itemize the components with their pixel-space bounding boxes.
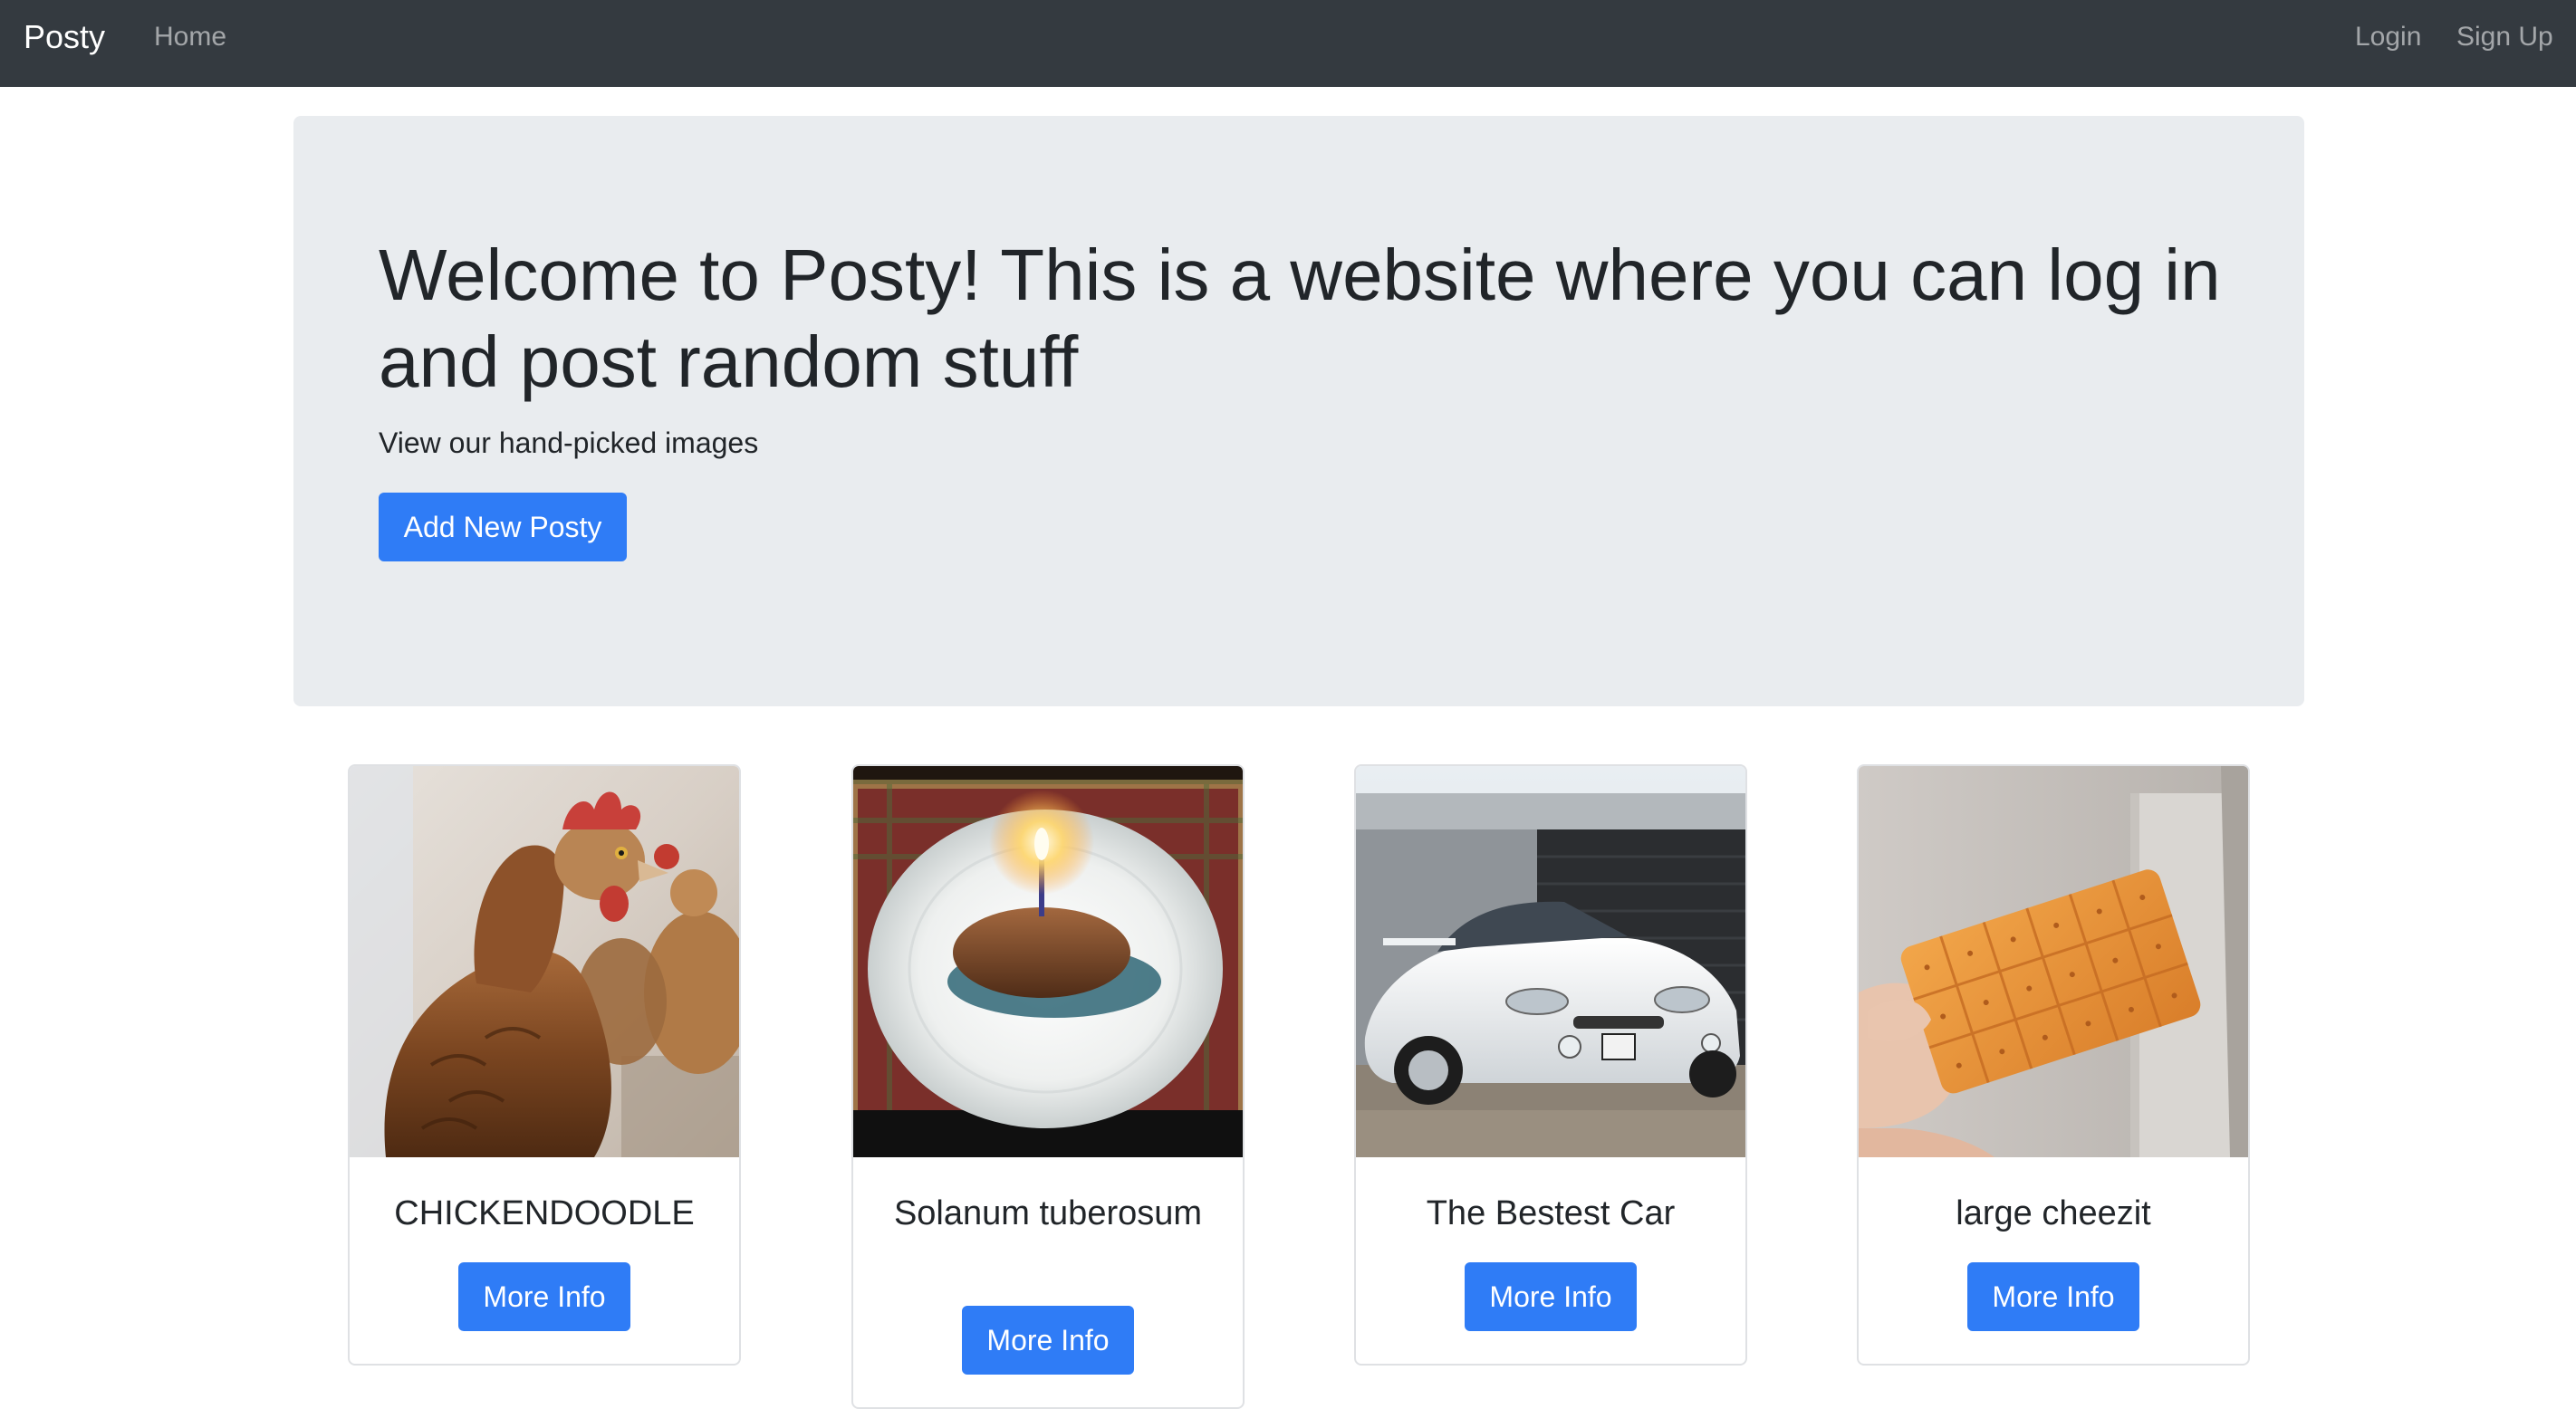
post-title: Solanum tuberosum: [893, 1194, 1203, 1232]
nav-signup-link[interactable]: Sign Up: [2456, 20, 2553, 54]
nav-login-link[interactable]: Login: [2355, 20, 2421, 54]
more-info-button[interactable]: More Info: [1465, 1262, 1637, 1331]
page-title: Welcome to Posty! This is a website wher…: [379, 235, 2221, 402]
potato-image[interactable]: [853, 766, 1243, 1157]
post-title: The Bestest Car: [1426, 1194, 1676, 1232]
post-card: The Bestest Car More Info: [1354, 764, 1747, 1366]
post-title: CHICKENDOODLE: [394, 1194, 695, 1232]
post-card: CHICKENDOODLE More Info: [348, 764, 741, 1366]
lead-text: View our hand-picked images: [379, 427, 759, 459]
more-info-button[interactable]: More Info: [458, 1262, 630, 1331]
add-new-posty-button[interactable]: Add New Posty: [379, 493, 627, 561]
post-card: Solanum tuberosum More Info: [851, 764, 1245, 1409]
more-info-button[interactable]: More Info: [962, 1306, 1134, 1375]
car-image[interactable]: [1356, 766, 1745, 1157]
navbar: Posty Home Login Sign Up: [0, 0, 2576, 87]
brand-link[interactable]: Posty: [24, 18, 105, 56]
nav-home-link[interactable]: Home: [154, 20, 226, 54]
more-info-button[interactable]: More Info: [1967, 1262, 2139, 1331]
post-card: large cheezit More Info: [1857, 764, 2250, 1366]
jumbotron: Welcome to Posty! This is a website wher…: [293, 116, 2304, 706]
chicken-image[interactable]: [350, 766, 739, 1157]
post-title: large cheezit: [1956, 1194, 2151, 1232]
cheezit-image[interactable]: [1859, 766, 2248, 1157]
